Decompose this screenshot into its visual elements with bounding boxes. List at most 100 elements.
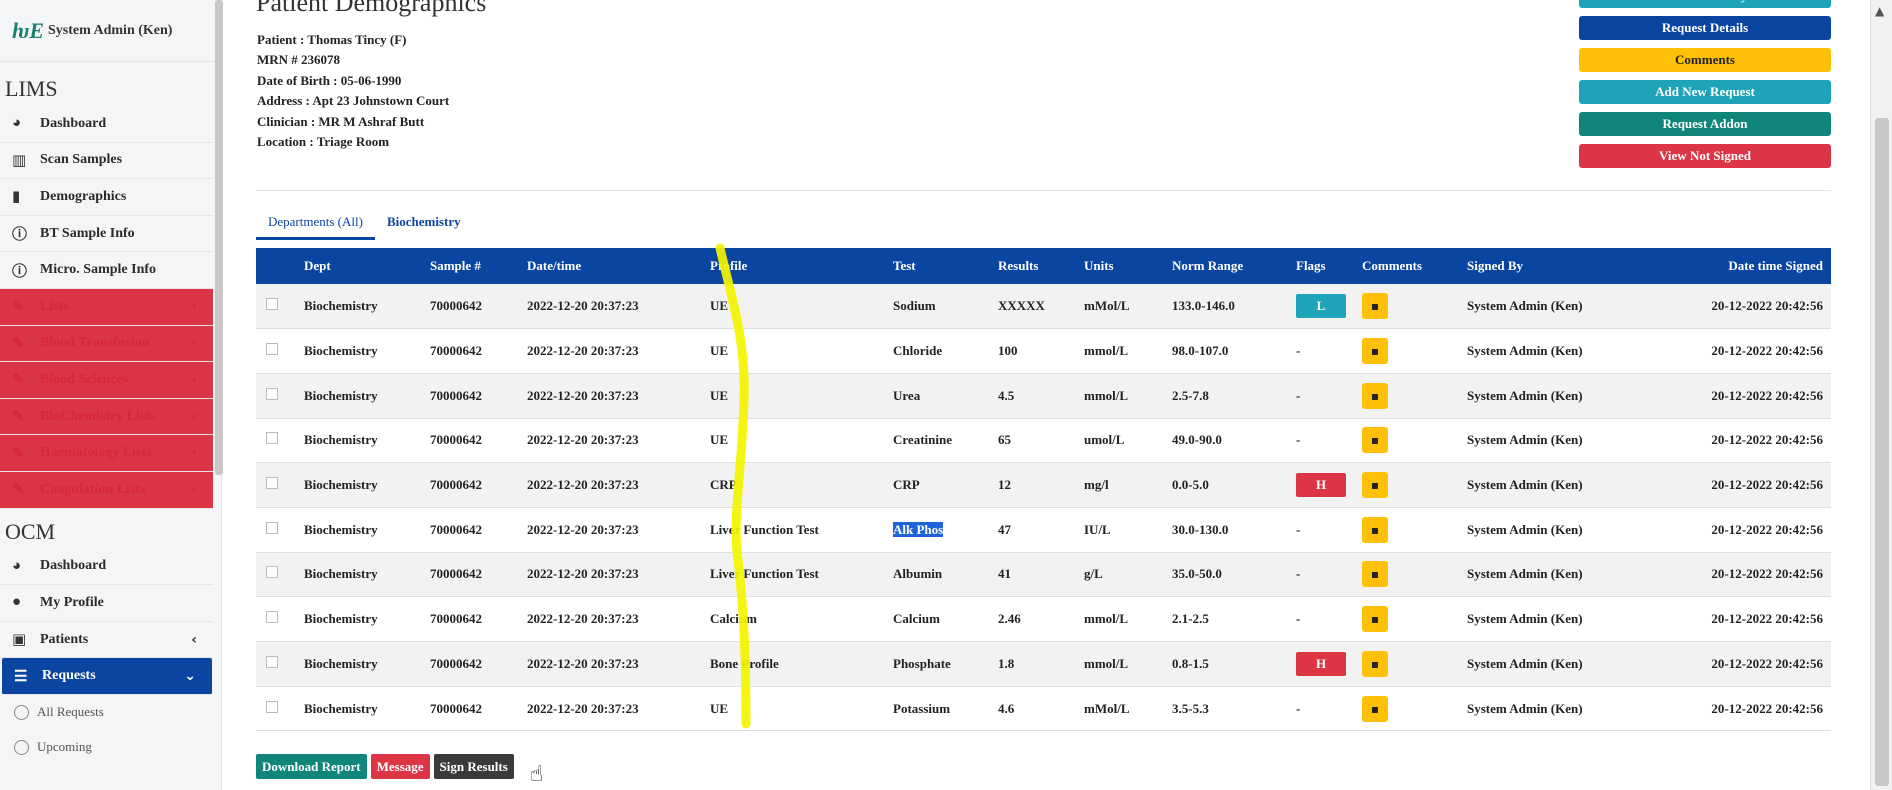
sidebar-item-coagulation-lists[interactable]: ✎ Coagulation Lists ‹ xyxy=(0,471,213,509)
table-row[interactable]: Biochemistry 70000642 2022-12-20 20:37:23 U… xyxy=(256,328,1831,374)
tab-departments-all[interactable]: Departments (All) xyxy=(256,212,375,240)
sidebar-item-bt-sample-info[interactable]: ⓘ BT Sample Info xyxy=(0,216,213,253)
cell-norm-range: 0.0-5.0 xyxy=(1168,462,1292,508)
sidebar-item-dashboard[interactable]: ◕ Dashboard xyxy=(0,549,213,586)
comment-button[interactable]: ▪ xyxy=(1362,695,1388,722)
cell-norm-range: 2.5-7.8 xyxy=(1168,373,1292,419)
row-checkbox[interactable] xyxy=(266,655,278,668)
add-new-request-button[interactable]: Add New Request xyxy=(1579,80,1831,104)
row-checkbox[interactable] xyxy=(266,611,278,624)
cell-text: Biochemistry xyxy=(304,477,378,493)
patient-dob: Date of Birth : 05-06-1990 xyxy=(257,72,402,88)
row-checkbox[interactable] xyxy=(266,477,278,490)
request-details-button[interactable]: Request Details xyxy=(1579,16,1831,40)
comment-button[interactable]: ▪ xyxy=(1362,650,1388,677)
sidebar-item-biochemistry-lists[interactable]: ✎ BioChemistry Lists ‹ xyxy=(0,398,213,436)
download-report-button[interactable]: Download Report xyxy=(256,754,367,779)
table-row[interactable]: Biochemistry 70000642 2022-12-20 20:37:23 U… xyxy=(256,373,1831,419)
sidebar-scrollbar[interactable] xyxy=(215,0,223,475)
sidebar-item-micro-sample-info[interactable]: ⓘ Micro. Sample Info xyxy=(0,252,213,289)
table-row[interactable]: Biochemistry 70000642 2022-12-20 20:37:23 B… xyxy=(256,641,1831,687)
cell-result: 2.46 xyxy=(994,596,1080,642)
row-checkbox[interactable] xyxy=(266,566,278,579)
sidebar-item-demographics[interactable]: ▮ Demographics xyxy=(0,179,213,216)
comment-button[interactable]: ▪ xyxy=(1362,382,1388,409)
table-row[interactable]: Biochemistry 70000642 2022-12-20 20:37:23 C… xyxy=(256,596,1831,642)
comment-button[interactable]: ▪ xyxy=(1362,516,1388,543)
col-profile[interactable]: Profile xyxy=(706,248,889,284)
row-checkbox[interactable] xyxy=(266,298,278,311)
comment-button[interactable]: ▪ xyxy=(1362,338,1388,365)
comment-button[interactable]: ▪ xyxy=(1362,427,1388,454)
sidebar-item-blood-sciences[interactable]: ✎ Blood Sciences ‹ xyxy=(0,362,213,399)
col-comments[interactable]: Comments xyxy=(1358,248,1463,284)
cell-norm-range: 49.0-90.0 xyxy=(1168,418,1292,464)
cell-text: 70000642 xyxy=(430,343,482,359)
sidebar-item-blood-transfusion[interactable]: ✎ Blood Transfusion ‹ xyxy=(0,325,213,363)
table-row[interactable]: Biochemistry 70000642 2022-12-20 20:37:23 L… xyxy=(256,507,1831,553)
view-not-signed-button[interactable]: View Not Signed xyxy=(1579,144,1831,168)
cell-text: - xyxy=(1296,432,1301,448)
comments-button[interactable]: Comments xyxy=(1579,48,1831,72)
page-scrollbar[interactable]: ▲ xyxy=(1870,0,1892,790)
cell-date-time-signed: 20-12-2022 20:42:56 xyxy=(1663,507,1831,553)
subnav-item-all-requests[interactable]: All Requests xyxy=(0,695,221,730)
sidebar-item-dashboard[interactable]: ◕ Dashboard xyxy=(0,106,213,143)
sidebar-item-label: My Profile xyxy=(40,594,104,610)
comment-button[interactable]: ▪ xyxy=(1362,472,1388,499)
cell-text: 70000642 xyxy=(430,700,482,716)
table-row[interactable]: Biochemistry 70000642 2022-12-20 20:37:23 U… xyxy=(256,418,1831,464)
comment-button[interactable]: ▪ xyxy=(1362,561,1388,588)
request-addon-button[interactable]: Request Addon xyxy=(1579,112,1831,136)
col-datetime[interactable]: Date/time xyxy=(523,248,706,284)
cell-text: Sodium xyxy=(893,298,936,314)
cell-text: UE xyxy=(710,700,729,716)
cell-text: UE xyxy=(710,298,729,314)
row-checkbox[interactable] xyxy=(266,343,278,356)
cell-flags: - xyxy=(1292,596,1358,642)
message-button[interactable]: Message xyxy=(370,754,430,779)
cell-dept: Biochemistry xyxy=(300,418,426,464)
row-checkbox[interactable] xyxy=(266,521,278,534)
col-flags[interactable]: Flags xyxy=(1292,248,1358,284)
table-row[interactable]: Biochemistry 70000642 2022-12-20 20:37:23 L… xyxy=(256,552,1831,598)
sidebar-item-scan-samples[interactable]: ▥ Scan Samples xyxy=(0,143,213,180)
cell-units: IU/L xyxy=(1080,507,1168,553)
cell-text: System Admin (Ken) xyxy=(1467,343,1583,359)
cell-profile: CRP xyxy=(706,462,889,508)
sidebar-item-haematology-lists[interactable]: ✎ Haematology Lists ‹ xyxy=(0,435,213,472)
patient-mrn: MRN # 236078 xyxy=(257,52,341,68)
sign-results-button[interactable]: Sign Results xyxy=(433,754,514,779)
cell-text: mg/l xyxy=(1084,477,1109,493)
hospital-user-icon: ▣ xyxy=(12,632,27,649)
table-row[interactable]: Biochemistry 70000642 2022-12-20 20:37:23 U… xyxy=(256,686,1831,732)
cell-norm-range: 133.0-146.0 xyxy=(1168,284,1292,330)
comment-button[interactable]: ▪ xyxy=(1362,606,1388,633)
col-date-time-signed[interactable]: Date time Signed xyxy=(1663,248,1831,284)
col-sample[interactable]: Sample # xyxy=(426,248,523,284)
table-row[interactable]: Biochemistry 70000642 2022-12-20 20:37:23 C… xyxy=(256,462,1831,508)
patient-history-button[interactable]: Patient History xyxy=(1579,0,1831,8)
cell-profile: Liver Function Test xyxy=(706,552,889,598)
user-name[interactable]: System Admin (Ken) xyxy=(48,23,172,39)
col-test[interactable]: Test xyxy=(889,248,994,284)
sidebar-item-my-profile[interactable]: ● My Profile xyxy=(0,585,213,622)
sidebar-item-patients[interactable]: ▣ Patients ‹ xyxy=(0,622,213,659)
table-row[interactable]: Biochemistry 70000642 2022-12-20 20:37:23 U… xyxy=(256,284,1831,330)
subnav-item-upcoming[interactable]: Upcoming xyxy=(0,730,221,765)
cell-dept: Biochemistry xyxy=(300,641,426,687)
scrollbar-thumb[interactable] xyxy=(1875,118,1889,786)
col-signed-by[interactable]: Signed By xyxy=(1463,248,1663,284)
row-checkbox[interactable] xyxy=(266,432,278,445)
sidebar-item-lists[interactable]: ✎ Lists ‹ xyxy=(0,288,213,326)
col-norm-range[interactable]: Norm Range xyxy=(1168,248,1292,284)
col-results[interactable]: Results xyxy=(994,248,1080,284)
sidebar-item-requests[interactable]: ☰ Requests ⌄ xyxy=(2,658,212,695)
tab-biochemistry[interactable]: Biochemistry xyxy=(375,212,473,240)
row-checkbox[interactable] xyxy=(266,387,278,400)
col-dept[interactable]: Dept xyxy=(300,248,426,284)
col-units[interactable]: Units xyxy=(1080,248,1168,284)
row-checkbox[interactable] xyxy=(266,700,278,713)
comment-button[interactable]: ▪ xyxy=(1362,293,1388,320)
scroll-up-icon[interactable]: ▲ xyxy=(1875,4,1884,18)
